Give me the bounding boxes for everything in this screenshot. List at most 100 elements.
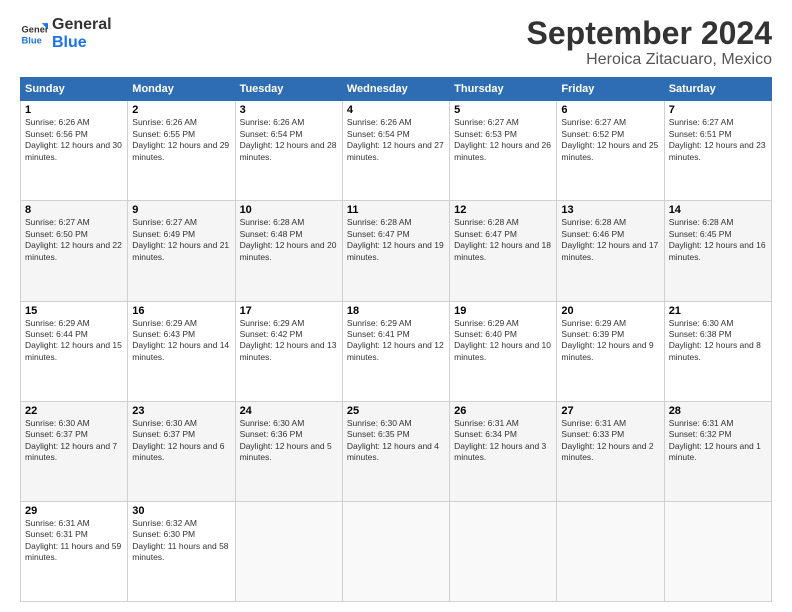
title-block: September 2024 Heroica Zitacuaro, Mexico [527, 16, 772, 69]
day-cell: 14Sunrise: 6:28 AMSunset: 6:45 PMDayligh… [664, 201, 771, 301]
logo-text: General Blue [52, 16, 112, 51]
day-number: 11 [347, 204, 445, 216]
header: General Blue General Blue September 2024… [20, 16, 772, 69]
day-content: Sunrise: 6:30 AMSunset: 6:38 PMDaylight:… [669, 318, 767, 364]
day-content: Sunrise: 6:29 AMSunset: 6:44 PMDaylight:… [25, 318, 123, 364]
logo-icon: General Blue [20, 20, 48, 48]
day-number: 30 [132, 505, 230, 517]
week-row-4: 22Sunrise: 6:30 AMSunset: 6:37 PMDayligh… [21, 401, 772, 501]
day-content: Sunrise: 6:26 AMSunset: 6:54 PMDaylight:… [240, 117, 338, 163]
day-number: 13 [561, 204, 659, 216]
day-content: Sunrise: 6:27 AMSunset: 6:51 PMDaylight:… [669, 117, 767, 163]
day-cell [557, 501, 664, 601]
day-content: Sunrise: 6:30 AMSunset: 6:36 PMDaylight:… [240, 418, 338, 464]
day-content: Sunrise: 6:27 AMSunset: 6:53 PMDaylight:… [454, 117, 552, 163]
day-cell: 1Sunrise: 6:26 AMSunset: 6:56 PMDaylight… [21, 101, 128, 201]
day-cell: 26Sunrise: 6:31 AMSunset: 6:34 PMDayligh… [450, 401, 557, 501]
day-number: 2 [132, 104, 230, 116]
day-content: Sunrise: 6:27 AMSunset: 6:52 PMDaylight:… [561, 117, 659, 163]
day-cell: 25Sunrise: 6:30 AMSunset: 6:35 PMDayligh… [342, 401, 449, 501]
day-number: 22 [25, 405, 123, 417]
day-cell: 8Sunrise: 6:27 AMSunset: 6:50 PMDaylight… [21, 201, 128, 301]
day-content: Sunrise: 6:29 AMSunset: 6:42 PMDaylight:… [240, 318, 338, 364]
day-cell: 23Sunrise: 6:30 AMSunset: 6:37 PMDayligh… [128, 401, 235, 501]
day-content: Sunrise: 6:31 AMSunset: 6:32 PMDaylight:… [669, 418, 767, 464]
day-cell: 5Sunrise: 6:27 AMSunset: 6:53 PMDaylight… [450, 101, 557, 201]
day-cell: 29Sunrise: 6:31 AMSunset: 6:31 PMDayligh… [21, 501, 128, 601]
day-content: Sunrise: 6:29 AMSunset: 6:40 PMDaylight:… [454, 318, 552, 364]
day-content: Sunrise: 6:30 AMSunset: 6:35 PMDaylight:… [347, 418, 445, 464]
day-number: 20 [561, 305, 659, 317]
day-cell [664, 501, 771, 601]
day-cell: 18Sunrise: 6:29 AMSunset: 6:41 PMDayligh… [342, 301, 449, 401]
day-content: Sunrise: 6:26 AMSunset: 6:56 PMDaylight:… [25, 117, 123, 163]
day-content: Sunrise: 6:29 AMSunset: 6:43 PMDaylight:… [132, 318, 230, 364]
day-number: 28 [669, 405, 767, 417]
day-cell [342, 501, 449, 601]
day-number: 17 [240, 305, 338, 317]
week-row-5: 29Sunrise: 6:31 AMSunset: 6:31 PMDayligh… [21, 501, 772, 601]
day-content: Sunrise: 6:28 AMSunset: 6:48 PMDaylight:… [240, 217, 338, 263]
page: General Blue General Blue September 2024… [0, 0, 792, 612]
day-number: 15 [25, 305, 123, 317]
day-number: 21 [669, 305, 767, 317]
day-number: 29 [25, 505, 123, 517]
day-cell: 16Sunrise: 6:29 AMSunset: 6:43 PMDayligh… [128, 301, 235, 401]
day-content: Sunrise: 6:28 AMSunset: 6:46 PMDaylight:… [561, 217, 659, 263]
day-number: 18 [347, 305, 445, 317]
week-row-1: 1Sunrise: 6:26 AMSunset: 6:56 PMDaylight… [21, 101, 772, 201]
day-content: Sunrise: 6:28 AMSunset: 6:45 PMDaylight:… [669, 217, 767, 263]
day-cell: 30Sunrise: 6:32 AMSunset: 6:30 PMDayligh… [128, 501, 235, 601]
day-number: 26 [454, 405, 552, 417]
day-header-thursday: Thursday [450, 78, 557, 101]
day-header-friday: Friday [557, 78, 664, 101]
calendar-body: 1Sunrise: 6:26 AMSunset: 6:56 PMDaylight… [21, 101, 772, 602]
day-content: Sunrise: 6:30 AMSunset: 6:37 PMDaylight:… [25, 418, 123, 464]
calendar-header-row: SundayMondayTuesdayWednesdayThursdayFrid… [21, 78, 772, 101]
day-cell: 13Sunrise: 6:28 AMSunset: 6:46 PMDayligh… [557, 201, 664, 301]
day-number: 19 [454, 305, 552, 317]
day-number: 14 [669, 204, 767, 216]
week-row-2: 8Sunrise: 6:27 AMSunset: 6:50 PMDaylight… [21, 201, 772, 301]
day-number: 10 [240, 204, 338, 216]
day-cell: 17Sunrise: 6:29 AMSunset: 6:42 PMDayligh… [235, 301, 342, 401]
day-header-monday: Monday [128, 78, 235, 101]
day-cell: 6Sunrise: 6:27 AMSunset: 6:52 PMDaylight… [557, 101, 664, 201]
day-header-wednesday: Wednesday [342, 78, 449, 101]
day-cell: 12Sunrise: 6:28 AMSunset: 6:47 PMDayligh… [450, 201, 557, 301]
day-cell: 24Sunrise: 6:30 AMSunset: 6:36 PMDayligh… [235, 401, 342, 501]
day-cell: 3Sunrise: 6:26 AMSunset: 6:54 PMDaylight… [235, 101, 342, 201]
day-number: 1 [25, 104, 123, 116]
day-cell [450, 501, 557, 601]
day-number: 8 [25, 204, 123, 216]
day-content: Sunrise: 6:27 AMSunset: 6:50 PMDaylight:… [25, 217, 123, 263]
day-content: Sunrise: 6:26 AMSunset: 6:54 PMDaylight:… [347, 117, 445, 163]
day-content: Sunrise: 6:31 AMSunset: 6:33 PMDaylight:… [561, 418, 659, 464]
day-header-tuesday: Tuesday [235, 78, 342, 101]
day-number: 7 [669, 104, 767, 116]
day-cell: 4Sunrise: 6:26 AMSunset: 6:54 PMDaylight… [342, 101, 449, 201]
day-content: Sunrise: 6:26 AMSunset: 6:55 PMDaylight:… [132, 117, 230, 163]
day-number: 25 [347, 405, 445, 417]
calendar-table: SundayMondayTuesdayWednesdayThursdayFrid… [20, 77, 772, 602]
day-content: Sunrise: 6:30 AMSunset: 6:37 PMDaylight:… [132, 418, 230, 464]
svg-text:Blue: Blue [22, 35, 42, 45]
day-content: Sunrise: 6:29 AMSunset: 6:39 PMDaylight:… [561, 318, 659, 364]
week-row-3: 15Sunrise: 6:29 AMSunset: 6:44 PMDayligh… [21, 301, 772, 401]
calendar-subtitle: Heroica Zitacuaro, Mexico [527, 51, 772, 69]
calendar-title: September 2024 [527, 16, 772, 51]
day-cell: 7Sunrise: 6:27 AMSunset: 6:51 PMDaylight… [664, 101, 771, 201]
day-cell: 11Sunrise: 6:28 AMSunset: 6:47 PMDayligh… [342, 201, 449, 301]
day-number: 23 [132, 405, 230, 417]
day-cell: 2Sunrise: 6:26 AMSunset: 6:55 PMDaylight… [128, 101, 235, 201]
svg-text:General: General [22, 24, 48, 34]
day-number: 5 [454, 104, 552, 116]
day-content: Sunrise: 6:28 AMSunset: 6:47 PMDaylight:… [454, 217, 552, 263]
day-content: Sunrise: 6:28 AMSunset: 6:47 PMDaylight:… [347, 217, 445, 263]
day-number: 12 [454, 204, 552, 216]
day-cell: 10Sunrise: 6:28 AMSunset: 6:48 PMDayligh… [235, 201, 342, 301]
day-header-sunday: Sunday [21, 78, 128, 101]
day-content: Sunrise: 6:31 AMSunset: 6:34 PMDaylight:… [454, 418, 552, 464]
day-number: 4 [347, 104, 445, 116]
day-cell: 20Sunrise: 6:29 AMSunset: 6:39 PMDayligh… [557, 301, 664, 401]
